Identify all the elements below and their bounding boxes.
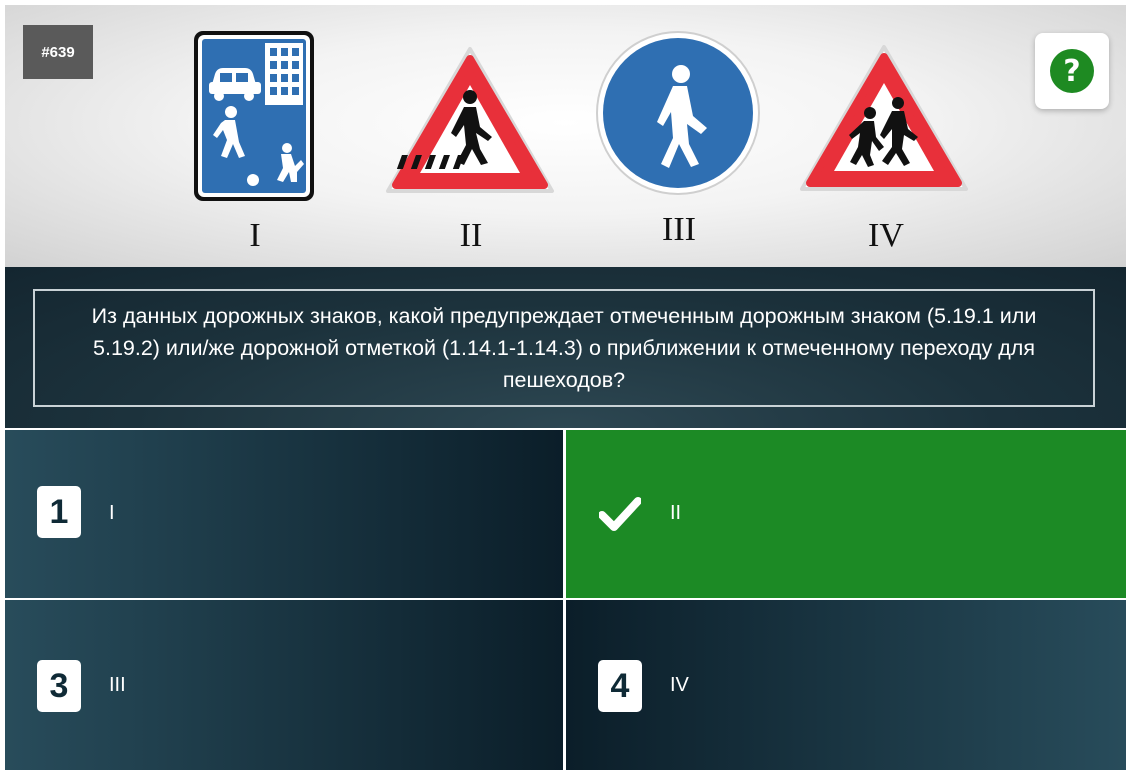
- answer-number-badge: 1: [37, 486, 81, 538]
- pedestrian-path-sign-icon: [596, 31, 760, 195]
- answer-option-4[interactable]: 4 IV: [566, 600, 1126, 770]
- question-mark-icon: ?: [1050, 49, 1094, 93]
- answer-number-badge: 4: [598, 660, 642, 712]
- answer-text: I: [109, 502, 115, 524]
- question-image: #639 I II III IV ?: [5, 5, 1126, 267]
- answer-option-2[interactable]: II: [566, 430, 1126, 598]
- living-zone-sign-icon: [194, 31, 314, 201]
- question-box: Из данных дорожных знаков, какой предупр…: [33, 289, 1095, 407]
- answer-text: II: [670, 502, 682, 524]
- answer-text: III: [109, 674, 126, 696]
- question-panel: Из данных дорожных знаков, какой предупр…: [5, 267, 1126, 428]
- answer-text: IV: [670, 674, 689, 696]
- answer-option-3[interactable]: 3 III: [5, 600, 563, 770]
- sign-label-1: I: [249, 217, 261, 254]
- sign-label-4: IV: [868, 217, 904, 254]
- sign-label-2: II: [459, 217, 483, 254]
- children-warning-sign-icon: [800, 45, 968, 191]
- pedestrian-crossing-warning-sign-icon: [386, 47, 554, 193]
- sign-label-3: III: [662, 211, 696, 248]
- question-number-badge: #639: [23, 25, 93, 79]
- answer-number-badge: 3: [37, 660, 81, 712]
- answer-option-1[interactable]: 1 I: [5, 430, 563, 598]
- help-button[interactable]: ?: [1035, 33, 1109, 109]
- checkmark-icon: [599, 497, 641, 531]
- question-text: Из данных дорожных знаков, какой предупр…: [91, 304, 1037, 392]
